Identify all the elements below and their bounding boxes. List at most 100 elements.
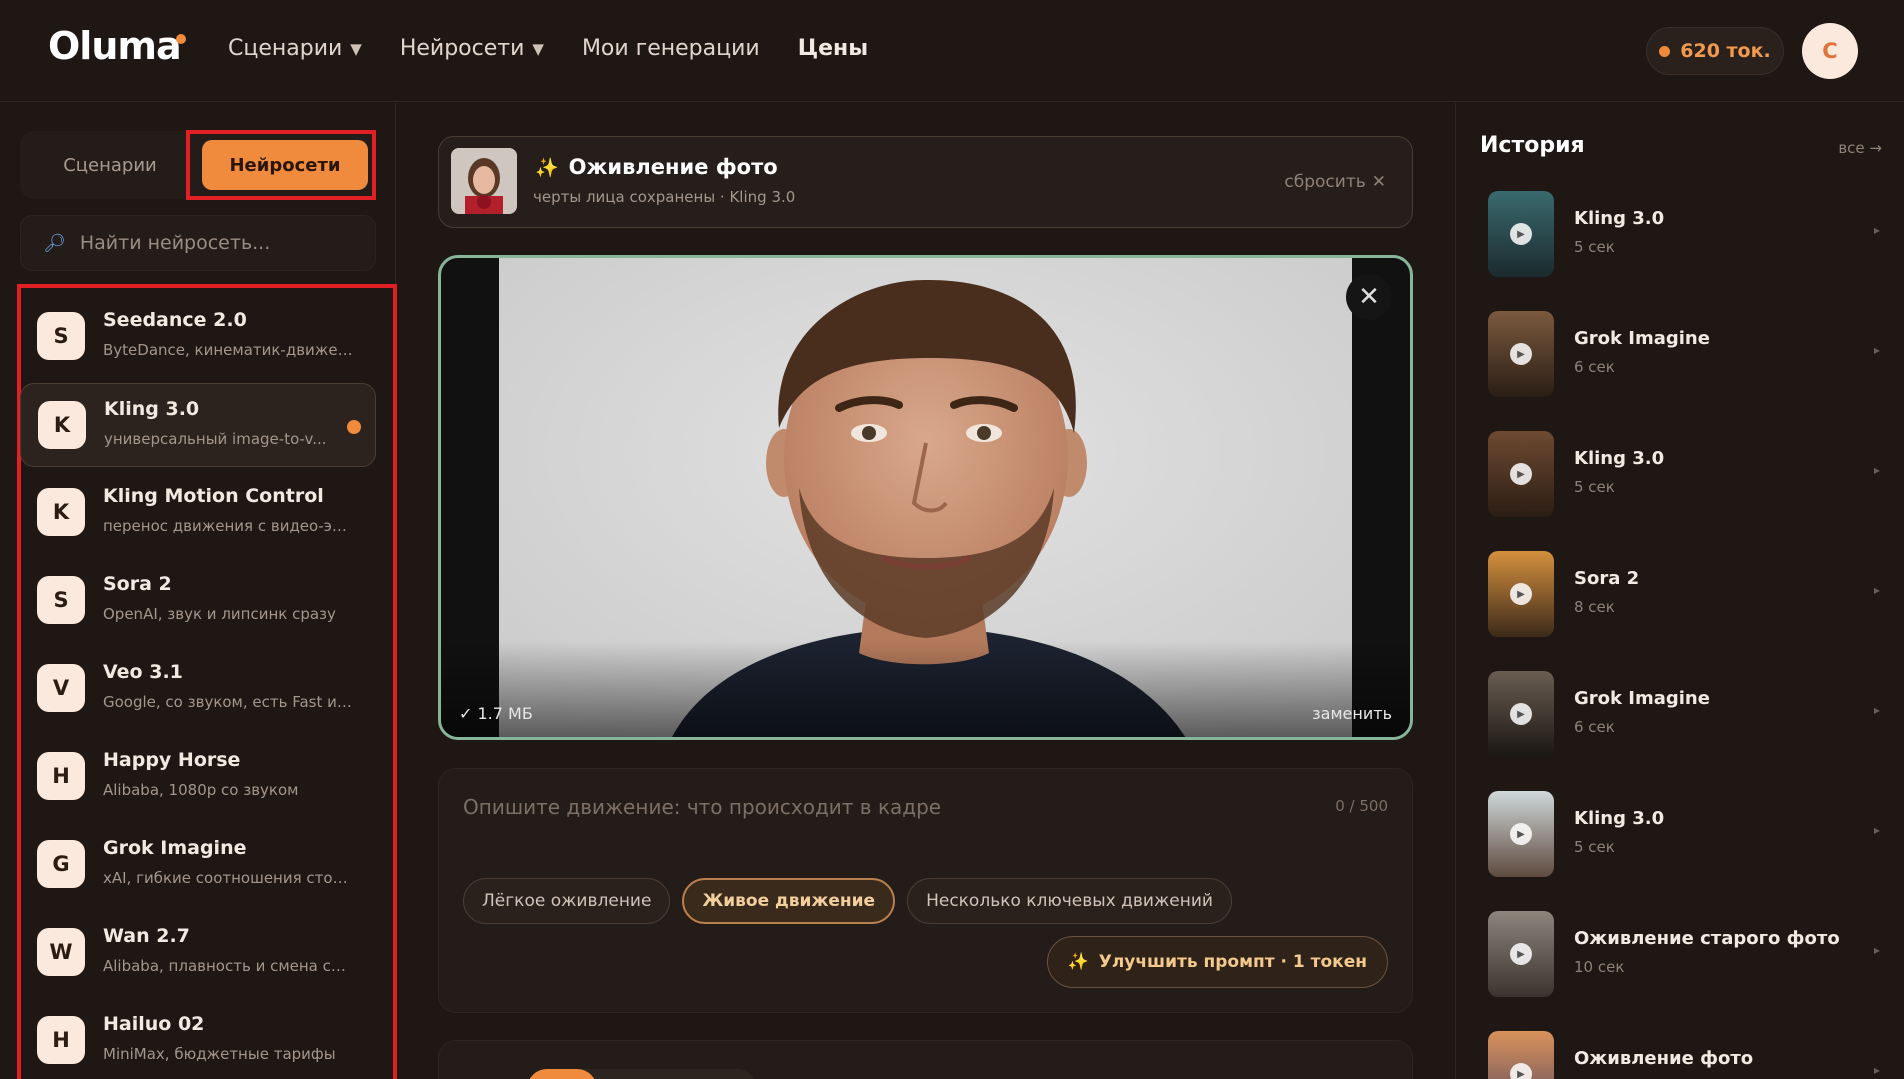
top-header: Oluma Сценарии ▼ Нейросети ▼ Мои генерац… (0, 0, 1904, 102)
chevron-right-icon: ▸ (1873, 343, 1880, 357)
scenario-card: ✨ Оживление фото черты лица сохранены · … (438, 136, 1413, 228)
play-icon: ▶ (1510, 703, 1532, 725)
nav-prices[interactable]: Цены (798, 36, 868, 61)
model-name: Kling Motion Control (103, 485, 324, 507)
model-item-kling-motion[interactable]: K Kling Motion Control перенос движения … (20, 471, 376, 555)
chevron-right-icon: ▸ (1873, 223, 1880, 237)
model-desc: Alibaba, 1080p со звуком (103, 781, 299, 799)
scenario-subtitle: черты лица сохранены · Kling 3.0 (533, 188, 796, 206)
selected-indicator-icon (347, 420, 361, 434)
history-item[interactable]: ▶ Kling 3.0 5 сек ▸ (1488, 191, 1888, 277)
close-icon: ✕ (1358, 282, 1380, 312)
model-badge: W (37, 928, 85, 976)
model-item-seedance[interactable]: S Seedance 2.0 ByteDance, кинематик-движ… (20, 295, 376, 379)
history-item[interactable]: ▶ Оживление старого фото 10 сек ▸ (1488, 911, 1888, 997)
improve-prompt-button[interactable]: ✨ Улучшить промпт · 1 токен (1046, 936, 1388, 988)
model-desc: xAI, гибкие соотношения сторон (103, 869, 353, 887)
tab-networks-label: Нейросети (229, 154, 341, 176)
model-name: Seedance 2.0 (103, 309, 247, 331)
model-item-sora[interactable]: S Sora 2 OpenAI, звук и липсинк сразу (20, 559, 376, 643)
model-badge: V (37, 664, 85, 712)
history-item[interactable]: ▶ Kling 3.0 5 сек ▸ (1488, 431, 1888, 517)
search-icon: 🔎︎ (43, 232, 66, 254)
nav-networks[interactable]: Нейросети ▼ (400, 36, 544, 61)
avatar-initial: С (1822, 39, 1838, 63)
nav-my-generations-label: Мои генерации (581, 36, 760, 61)
prompt-card: 0 / 500 Лёгкое оживление Живое движение … (438, 768, 1413, 1013)
play-icon: ▶ (1510, 463, 1532, 485)
history-item[interactable]: ▶ Оживление фото ▸ (1488, 1031, 1888, 1079)
model-name: Kling 3.0 (104, 398, 200, 420)
photo-size-label: ✓ 1.7 МБ (459, 704, 533, 723)
history-item[interactable]: ▶ Sora 2 8 сек ▸ (1488, 551, 1888, 637)
sparkle-icon: ✨ (535, 156, 559, 179)
user-avatar[interactable]: С (1802, 23, 1858, 79)
history-item-duration: 5 сек (1574, 478, 1615, 496)
model-desc: ByteDance, кинематик-движен... (103, 341, 353, 359)
tab-scenarios[interactable]: Сценарии (20, 140, 200, 190)
history-item-name: Kling 3.0 (1574, 448, 1665, 469)
history-item-duration: 5 сек (1574, 238, 1615, 256)
play-icon: ▶ (1510, 1063, 1532, 1079)
history-item-name: Grok Imagine (1574, 328, 1710, 349)
scenario-thumbnail (451, 148, 517, 214)
history-item[interactable]: ▶ Grok Imagine 6 сек ▸ (1488, 311, 1888, 397)
token-balance-button[interactable]: 620 ток. (1646, 27, 1784, 75)
nav-scenarios-label: Сценарии (228, 36, 343, 61)
char-counter: 0 / 500 (1335, 797, 1388, 815)
history-item-name: Kling 3.0 (1574, 808, 1665, 829)
model-desc: MiniMax, бюджетные тарифы (103, 1045, 336, 1063)
model-search: 🔎︎ (20, 215, 376, 271)
model-item-veo[interactable]: V Veo 3.1 Google, со звуком, есть Fast и… (20, 647, 376, 731)
history-item[interactable]: ▶ Grok Imagine 6 сек ▸ (1488, 671, 1888, 757)
settings-card (438, 1040, 1413, 1079)
oluma-logo[interactable]: Oluma (48, 24, 182, 68)
nav-my-generations[interactable]: Мои генерации (582, 36, 760, 61)
model-desc: Google, со звуком, есть Fast и ... (103, 693, 353, 711)
sidebar-tabs: Сценарии Нейросети (20, 131, 376, 199)
model-list: S Seedance 2.0 ByteDance, кинематик-движ… (20, 295, 376, 1079)
chevron-right-icon: ▸ (1873, 823, 1880, 837)
history-title: История (1480, 133, 1585, 158)
nav-prices-label: Цены (797, 36, 869, 61)
motion-prompt-input[interactable] (463, 795, 1283, 835)
nav-scenarios[interactable]: Сценарии ▼ (228, 36, 362, 61)
history-item-name: Оживление старого фото (1574, 928, 1840, 949)
history-item[interactable]: ▶ Kling 3.0 5 сек ▸ (1488, 791, 1888, 877)
model-item-hailuo[interactable]: H Hailuo 02 MiniMax, бюджетные тарифы (20, 999, 376, 1079)
model-item-happy-horse[interactable]: H Happy Horse Alibaba, 1080p со звуком (20, 735, 376, 819)
tab-networks[interactable]: Нейросети (202, 140, 368, 190)
model-badge: S (37, 576, 85, 624)
reset-button[interactable]: сбросить ✕ (1284, 172, 1386, 192)
model-badge: G (37, 840, 85, 888)
history-item-duration: 5 сек (1574, 838, 1615, 856)
chip-light-animation[interactable]: Лёгкое оживление (463, 878, 671, 924)
model-item-wan[interactable]: W Wan 2.7 Alibaba, плавность и смена сце… (20, 911, 376, 995)
remove-photo-button[interactable]: ✕ (1346, 274, 1392, 320)
uploaded-photo-dropzone[interactable]: ✕ ✓ 1.7 МБ заменить (438, 255, 1413, 740)
history-all-link[interactable]: все → (1838, 139, 1882, 157)
chevron-right-icon: ▸ (1873, 463, 1880, 477)
chevron-right-icon: ▸ (1873, 1063, 1880, 1077)
play-icon: ▶ (1510, 223, 1532, 245)
model-badge: K (37, 488, 85, 536)
settings-toggle[interactable] (527, 1069, 757, 1079)
model-desc: универсальный image-to-v... (104, 430, 327, 448)
models-sidebar: Сценарии Нейросети 🔎︎ S Seedance 2.0 Byt… (0, 103, 397, 1079)
chip-live-motion[interactable]: Живое движение (682, 878, 896, 924)
model-name: Grok Imagine (103, 837, 247, 859)
scenario-title-text: Оживление фото (568, 155, 778, 179)
sparkle-icon: ✨ (1067, 952, 1089, 972)
model-desc: OpenAI, звук и липсинк сразу (103, 605, 336, 623)
nav-networks-label: Нейросети (399, 36, 525, 61)
model-item-grok[interactable]: G Grok Imagine xAI, гибкие соотношения с… (20, 823, 376, 907)
chip-key-motions[interactable]: Несколько ключевых движений (907, 878, 1232, 924)
history-item-name: Grok Imagine (1574, 688, 1710, 709)
model-desc: перенос движения с видео-эт... (103, 517, 353, 535)
model-item-kling[interactable]: K Kling 3.0 универсальный image-to-v... (20, 383, 376, 467)
model-search-input[interactable] (79, 232, 350, 254)
scenario-title: ✨ Оживление фото (535, 155, 778, 179)
token-balance-label: 620 ток. (1680, 40, 1771, 62)
model-name: Hailuo 02 (103, 1013, 205, 1035)
replace-photo-button[interactable]: заменить (1312, 704, 1392, 723)
